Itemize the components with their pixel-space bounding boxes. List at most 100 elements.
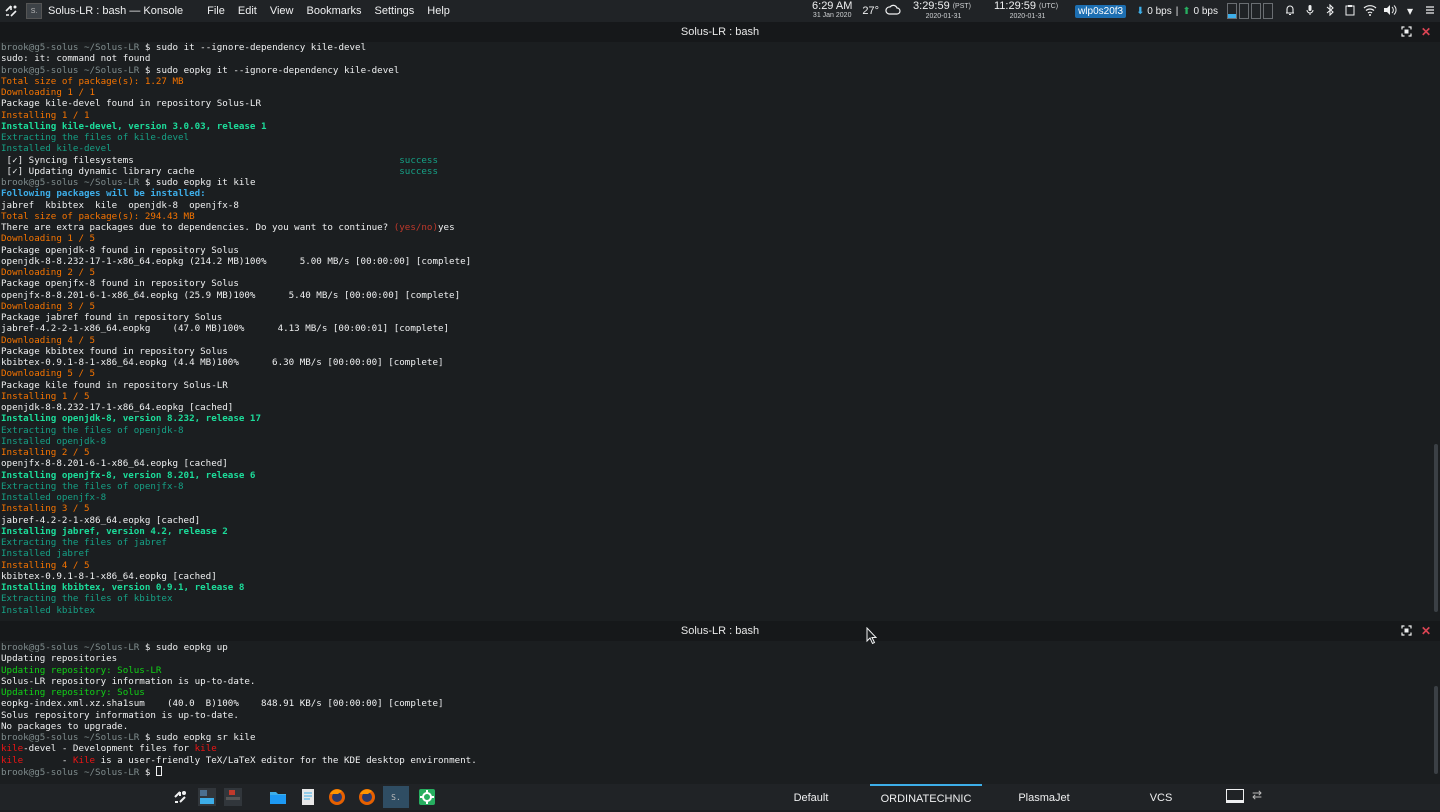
firefox-icon[interactable]	[324, 786, 350, 808]
pane1-scrollbar[interactable]	[1432, 42, 1440, 618]
terminal-text: Updating repository: Solus	[1, 687, 145, 698]
maximize-pane-icon[interactable]	[1398, 22, 1414, 42]
clock-pst-zone: (PST)	[952, 2, 971, 10]
terminal-text: jabref kbibtex kile openjdk-8 openjfx-8	[1, 199, 239, 211]
terminal-text: Kile	[72, 754, 96, 766]
microphone-icon[interactable]	[1300, 4, 1320, 19]
terminal-line: Installing kbibtex, version 0.9.1, relea…	[1, 582, 1433, 593]
desktop-default[interactable]: Default	[780, 784, 842, 810]
terminal-line: Downloading 4 / 5	[1, 335, 1433, 346]
terminal-text: jabref-4.2-2-1-x86_64.eopkg [cached]	[1, 514, 201, 526]
terminal-line: Downloading 2 / 5	[1, 267, 1433, 278]
terminal-line: Package kile-devel found in repository S…	[1, 98, 1433, 109]
terminal-line: Installed kile-devel	[1, 143, 1433, 154]
terminal-text: is a user-friendly TeX/LaTeX editor for …	[95, 754, 477, 766]
terminal-text: $ sudo eopkg it --ignore-dependency kile…	[144, 64, 400, 76]
terminal-line: brook@g5-solus ~/Solus-LR $ sudo it --ig…	[1, 42, 1433, 53]
terminal-line: Extracting the files of kile-devel	[1, 132, 1433, 143]
terminal-text: openjdk-8-8.232-17-1-x86_64.eopkg (214.2…	[1, 255, 472, 267]
weather-temperature[interactable]: 27°	[862, 5, 879, 17]
menu-help[interactable]: Help	[427, 5, 450, 17]
terminal-text: Downloading 1 / 1	[1, 87, 96, 98]
terminal-text: Extracting the files of jabref	[1, 537, 167, 548]
show-desktop-icon[interactable]	[1226, 789, 1244, 803]
pane2-title: Solus-LR : bash	[680, 625, 760, 637]
pane2-scrollbar-thumb[interactable]	[1434, 686, 1438, 774]
terminal-text: Installing kile-devel, version 3.0.03, r…	[1, 120, 267, 132]
folder-icon[interactable]	[265, 786, 291, 808]
terminal-text: ~/Solus-LR	[78, 42, 145, 53]
firefox-icon[interactable]	[354, 786, 380, 808]
menu-file[interactable]: File	[207, 5, 225, 17]
terminal-text: Solus-LR repository information is up-to…	[1, 675, 256, 687]
clock-pst[interactable]: 3:29:59 (PST) 2020-01-31	[909, 0, 978, 22]
system-load-meters[interactable]	[1226, 3, 1274, 19]
panel-settings-icon[interactable]: ⇄	[1252, 788, 1262, 802]
terminal-line: Downloading 3 / 5	[1, 301, 1433, 312]
speed-separator: |	[1175, 5, 1179, 17]
cloud-icon[interactable]	[883, 4, 903, 19]
kde-logo-icon[interactable]	[167, 786, 193, 808]
terminal-line: jabref kbibtex kile openjdk-8 openjfx-8	[1, 200, 1433, 211]
terminal-text: Extracting the files of openjdk-8	[1, 424, 184, 436]
terminal-text: openjdk-8-8.232-17-1-x86_64.eopkg [cache…	[1, 402, 234, 413]
text-editor-icon[interactable]	[295, 786, 321, 808]
digital-clock[interactable]: 6:29 AM 31 Jan 2020	[812, 1, 852, 21]
desktop-vcs[interactable]: VCS	[1140, 784, 1182, 810]
terminal-text: eopkg-index.xml.xz.sha1sum (40.0 B)100% …	[1, 698, 444, 710]
top-panel: S. Solus-LR : bash — Konsole File Edit V…	[0, 0, 1440, 22]
menu-edit[interactable]: Edit	[238, 5, 257, 17]
desktop-pager-icon[interactable]	[194, 786, 220, 808]
pane1-titlebar[interactable]: Solus-LR : bash ✕	[0, 22, 1440, 42]
terminal-line: Following packages will be installed:	[1, 188, 1433, 199]
terminal-line: Downloading 5 / 5	[1, 368, 1433, 379]
menu-view[interactable]: View	[270, 5, 294, 17]
clock-utc-time: 11:29:59	[994, 0, 1037, 12]
pane1-scrollbar-thumb[interactable]	[1434, 444, 1438, 612]
close-pane-icon[interactable]: ✕	[1418, 22, 1434, 42]
terminal-line: Total size of package(s): 294.43 MB	[1, 211, 1433, 222]
pane2-titlebar[interactable]: Solus-LR : bash ✕	[0, 621, 1440, 641]
network-interface-label[interactable]: wlp0s20f3	[1075, 4, 1127, 18]
desktop-ordinatechnic[interactable]: ORDINATECHNIC	[870, 784, 982, 810]
terminal-line: Package openjfx-8 found in repository So…	[1, 278, 1433, 289]
terminal-line: There are extra packages due to dependen…	[1, 222, 1433, 233]
terminal-text: There are extra packages due to dependen…	[1, 222, 394, 233]
close-pane-icon[interactable]: ✕	[1418, 621, 1434, 641]
terminal-text: Downloading 4 / 5	[1, 334, 96, 346]
terminal-text: $ sudo eopkg it kile	[144, 177, 256, 188]
terminal-text: jabref-4.2-2-1-x86_64.eopkg (47.0 MB)100…	[1, 323, 450, 335]
expand-tray-icon[interactable]: ▾	[1400, 4, 1420, 18]
terminal-text: kile	[194, 743, 217, 755]
terminal-icon[interactable]: S.	[383, 786, 409, 808]
panel-menu-icon[interactable]	[1420, 4, 1440, 19]
desktop-pager-icon[interactable]	[220, 786, 246, 808]
maximize-pane-icon[interactable]	[1398, 621, 1414, 641]
terminal-text: (yes/no)	[393, 222, 438, 233]
clock-utc[interactable]: 11:29:59 (UTC) 2020-01-31	[990, 0, 1065, 22]
menu-bookmarks[interactable]: Bookmarks	[307, 5, 362, 17]
bottom-panel: S. Default ORDINATECHNIC PlasmaJet VCS ⇄	[0, 784, 1440, 810]
volume-icon[interactable]	[1380, 4, 1400, 19]
terminal-text: Following packages will be installed:	[1, 188, 206, 200]
terminal-text: kile	[1, 754, 24, 766]
terminal-line: Installing jabref, version 4.2, release …	[1, 526, 1433, 537]
application-launcher-icon[interactable]	[0, 0, 22, 22]
bluetooth-icon[interactable]	[1320, 3, 1340, 19]
pane2-scrollbar[interactable]	[1432, 642, 1440, 780]
terminal-line: Extracting the files of kbibtex	[1, 593, 1433, 604]
terminal-line: Updating repositories	[1, 653, 1433, 664]
terminal-line: sudo: it: command not found	[1, 53, 1433, 64]
terminal-line: Installed openjdk-8	[1, 436, 1433, 447]
notifications-icon[interactable]	[1280, 4, 1300, 19]
wifi-icon[interactable]	[1360, 4, 1380, 19]
terminal-text: Package jabref found in repository Solus	[1, 312, 223, 323]
terminal-text: yes	[438, 222, 455, 233]
terminal-pane-1[interactable]: brook@g5-solus ~/Solus-LR $ sudo it --ig…	[0, 42, 1433, 618]
desktop-plasmajet[interactable]: PlasmaJet	[1010, 784, 1078, 810]
gear-icon[interactable]	[414, 786, 440, 808]
menu-settings[interactable]: Settings	[375, 5, 415, 17]
terminal-pane-2[interactable]: brook@g5-solus ~/Solus-LR $ sudo eopkg u…	[0, 642, 1433, 780]
terminal-line: brook@g5-solus ~/Solus-LR $ sudo eopkg i…	[1, 177, 1433, 188]
clipboard-icon[interactable]	[1340, 4, 1360, 19]
